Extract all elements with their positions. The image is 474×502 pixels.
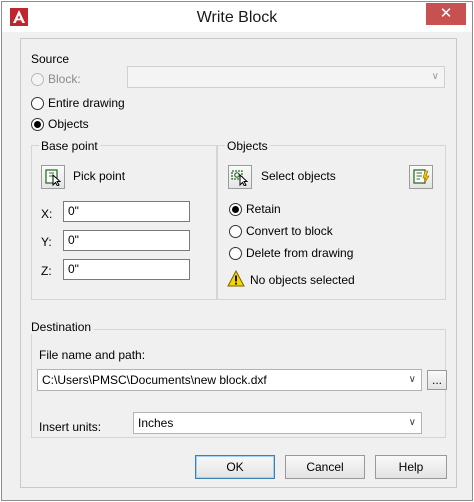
file-path-label: File name and path:: [39, 348, 146, 362]
y-coordinate-label: Y:: [41, 235, 52, 249]
pick-point-icon: [45, 169, 62, 186]
objects-source-label: Objects: [48, 117, 89, 131]
z-coordinate-input[interactable]: 0": [63, 259, 190, 280]
selection-status-text: No objects selected: [250, 273, 355, 287]
ok-button[interactable]: OK: [195, 455, 275, 479]
cancel-button[interactable]: Cancel: [285, 455, 365, 479]
x-coordinate-input[interactable]: 0": [63, 201, 190, 222]
dialog-body: Source Block: ∨ Entire drawing Objects B…: [20, 38, 457, 488]
select-objects-icon: [231, 170, 249, 186]
entire-drawing-radio-row[interactable]: Entire drawing: [31, 95, 125, 111]
title-bar[interactable]: Write Block ✕: [2, 2, 472, 32]
convert-to-block-radio-row[interactable]: Convert to block: [229, 223, 333, 239]
retain-label: Retain: [246, 202, 281, 216]
insert-units-value: Inches: [138, 416, 174, 430]
help-button[interactable]: Help: [375, 455, 447, 479]
block-radio[interactable]: [31, 72, 44, 86]
quick-select-button[interactable]: [409, 165, 433, 189]
z-coordinate-label: Z:: [41, 264, 52, 278]
file-path-value: C:\Users\PMSC\Documents\new block.dxf: [42, 373, 267, 387]
convert-to-block-label: Convert to block: [246, 224, 333, 238]
chevron-down-icon: ∨: [431, 71, 439, 82]
pick-point-button[interactable]: [41, 165, 65, 189]
delete-from-drawing-label: Delete from drawing: [246, 246, 354, 260]
quick-select-icon: [413, 169, 430, 185]
block-radio-row: Block:: [31, 71, 81, 87]
block-radio-label: Block:: [48, 72, 81, 86]
x-coordinate-label: X:: [41, 207, 53, 221]
browse-button[interactable]: ...: [427, 370, 447, 390]
entire-drawing-radio[interactable]: [31, 96, 44, 110]
objects-source-radio[interactable]: [31, 117, 44, 131]
y-coordinate-input[interactable]: 0": [63, 230, 190, 251]
close-icon: ✕: [439, 5, 453, 22]
source-group-label: Source: [31, 52, 70, 66]
write-block-dialog: Write Block ✕ Source Block: ∨ Entire dra…: [1, 1, 473, 501]
objects-group-label: Objects: [225, 139, 270, 153]
entire-drawing-label: Entire drawing: [48, 96, 125, 110]
insert-units-label: Insert units:: [39, 420, 102, 434]
delete-from-drawing-radio[interactable]: [229, 246, 242, 260]
objects-source-radio-row[interactable]: Objects: [31, 116, 89, 132]
retain-radio-row[interactable]: Retain: [229, 201, 281, 217]
close-button[interactable]: ✕: [426, 3, 466, 25]
base-point-group-label: Base point: [39, 139, 100, 153]
chevron-down-icon: ∨: [408, 417, 416, 428]
delete-from-drawing-radio-row[interactable]: Delete from drawing: [229, 245, 353, 261]
warning-icon: [227, 270, 245, 287]
select-objects-label: Select objects: [261, 169, 336, 183]
pick-point-label: Pick point: [73, 169, 126, 183]
file-path-combo[interactable]: C:\Users\PMSC\Documents\new block.dxf ∨: [37, 369, 422, 391]
window-title: Write Block: [196, 9, 278, 26]
insert-units-combo[interactable]: Inches ∨: [133, 412, 422, 434]
chevron-down-icon: ∨: [408, 374, 416, 385]
destination-group-label: Destination: [31, 320, 95, 334]
retain-radio[interactable]: [229, 202, 242, 216]
convert-to-block-radio[interactable]: [229, 224, 242, 238]
block-name-combo[interactable]: ∨: [127, 66, 445, 88]
select-objects-button[interactable]: [228, 165, 252, 189]
